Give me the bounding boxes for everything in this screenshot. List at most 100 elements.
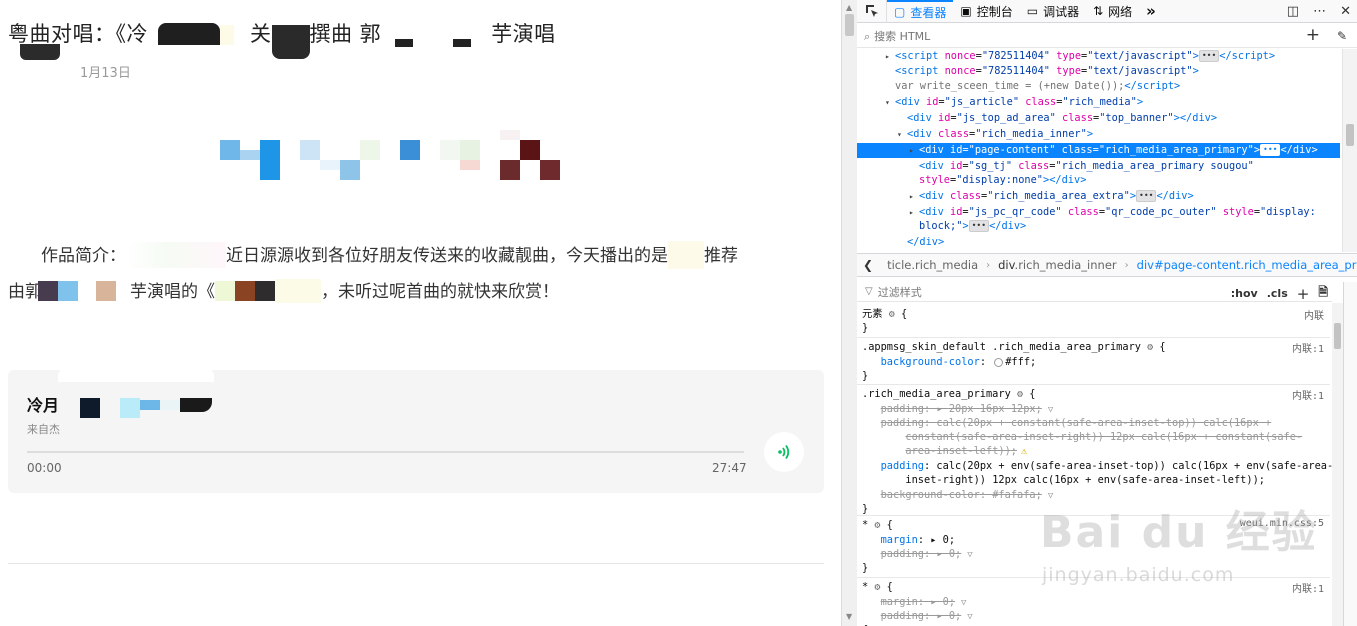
rule-line[interactable]: 元素 ⚙ { bbox=[862, 307, 907, 322]
markup-node[interactable]: ▸ <div class="rich_media_area_extra"> ••• <… bbox=[909, 189, 1194, 204]
rule-declaration[interactable]: area-inset-left)); ⚠ bbox=[862, 444, 1027, 459]
redaction-block bbox=[126, 242, 226, 268]
rule-declaration[interactable]: background-color: #fafafa; ▽ bbox=[862, 488, 1054, 503]
intro-text-2: 推荐 bbox=[704, 246, 738, 266]
css-rule: 元素 ⚙ { } 内联 bbox=[857, 303, 1330, 338]
redaction-block bbox=[96, 281, 116, 301]
audio-title: 冷月 bbox=[27, 396, 60, 415]
redaction-block bbox=[235, 281, 255, 301]
intro-label: 作品简介： bbox=[41, 246, 126, 266]
rule-declaration[interactable]: inset-right)) 12px calc(16px + env(safe-… bbox=[862, 473, 1265, 487]
markup-scrollbar[interactable] bbox=[1342, 49, 1357, 252]
audio-player[interactable]: 冷月 来自杰 00:00 27:47 bbox=[8, 368, 824, 493]
title-part-1: 粤曲对唱：《冷 bbox=[8, 22, 148, 46]
play-button[interactable] bbox=[764, 432, 804, 472]
markup-node[interactable]: ▸ <script nonce="782511404" type="text/ja… bbox=[885, 49, 1275, 64]
breadcrumb-item-active[interactable]: div#page-content.rich_media_area_primary bbox=[1129, 258, 1357, 272]
add-node-plus-icon[interactable]: + bbox=[1306, 25, 1320, 45]
markup-node[interactable]: </div> bbox=[897, 235, 944, 250]
markup-node[interactable]: ▾ <div id="js_article" class="rich_media"… bbox=[885, 95, 1143, 110]
title-part-3: 撰曲 郭 bbox=[309, 22, 382, 46]
markup-node[interactable]: ▾ <div class="rich_media_inner"> bbox=[897, 127, 1093, 142]
css-rule: .rich_media_area_primary ⚙ { padding: ▸ … bbox=[857, 385, 1332, 516]
rule-declaration[interactable]: padding: ▸ 20px 16px 12px; ▽ bbox=[862, 402, 1054, 417]
rule-selector[interactable]: * ⚙ { bbox=[862, 518, 893, 533]
close-icon[interactable]: ✕ bbox=[1340, 4, 1351, 19]
markup-node[interactable]: block;"> ••• </div> bbox=[909, 219, 1026, 234]
more-tabs-chevron-icon[interactable]: » bbox=[1139, 0, 1163, 23]
redaction-block bbox=[275, 279, 321, 303]
add-rule-plus-icon[interactable]: + bbox=[1297, 285, 1310, 303]
markup-node[interactable]: var write_sceen_time = (+new Date());</s… bbox=[885, 79, 1180, 94]
audio-time-end: 27:47 bbox=[712, 461, 747, 475]
publish-date: 1月13日 bbox=[80, 66, 131, 81]
title-part-4: 芋演唱 bbox=[491, 22, 556, 46]
rules-scrollbar[interactable] bbox=[1332, 303, 1343, 626]
rule-selector[interactable]: .rich_media_area_primary ⚙ { bbox=[862, 387, 1035, 402]
print-media-icon[interactable]: 🗎 bbox=[1318, 283, 1328, 304]
hov-toggle-button[interactable]: :hov bbox=[1231, 287, 1258, 300]
debugger-icon: ▭ bbox=[1026, 4, 1039, 18]
scrollbar-thumb[interactable] bbox=[845, 14, 854, 36]
intro-text-3: 由郭 bbox=[8, 282, 42, 302]
breadcrumb-item[interactable]: div.rich_media_inner bbox=[990, 258, 1125, 272]
devtools-toolbar: ▢ 查看器 ▣ 控制台 ▭ 调试器 ⇅ 网络 » ◫ ⋯ ✕ bbox=[857, 0, 1357, 23]
markup-node-selected[interactable]: ▸ <div id="page-content" class="rich_medi… bbox=[857, 143, 1340, 158]
rule-source-link[interactable]: 内联:1 bbox=[1292, 340, 1324, 355]
css-rule: * ⚙ { margin: ▸ 0; padding: ▸ 0; ▽ } weui… bbox=[857, 516, 1330, 578]
rule-declaration[interactable]: padding: ▸ 0; ▽ bbox=[862, 609, 973, 624]
tab-debugger[interactable]: ▭ 调试器 bbox=[1020, 0, 1086, 23]
rule-source-link[interactable]: weui.min.css:5 bbox=[1240, 518, 1324, 529]
rule-declaration[interactable]: padding: calc(20px + env(safe-area-inset… bbox=[862, 459, 1332, 473]
redaction-block bbox=[453, 39, 472, 47]
audio-source: 来自杰 bbox=[27, 423, 60, 436]
audio-progress-bar[interactable] bbox=[27, 451, 744, 453]
cls-toggle-button[interactable]: .cls bbox=[1267, 287, 1288, 300]
overflow-menu-icon[interactable]: ⋯ bbox=[1313, 4, 1326, 19]
rule-declaration[interactable]: margin: ▸ 0; bbox=[862, 533, 955, 547]
rule-declaration[interactable]: padding: ▸ 0; ▽ bbox=[862, 547, 973, 562]
title-part-2: 关 bbox=[250, 22, 272, 46]
rule-declaration[interactable]: padding: calc(20px + constant(safe-area-… bbox=[862, 416, 1272, 430]
scrollbar-thumb[interactable] bbox=[1334, 323, 1341, 349]
filter-funnel-icon: ▽ bbox=[865, 286, 873, 297]
markup-node[interactable]: <script nonce="782511404" type="text/jav… bbox=[885, 64, 1199, 79]
markup-node[interactable]: <div id="sg_tj" class="rich_media_area_p… bbox=[909, 159, 1254, 174]
markup-node[interactable]: <div id="js_top_ad_area" class="top_bann… bbox=[897, 111, 1217, 126]
rule-selector[interactable]: * ⚙ { bbox=[862, 580, 893, 595]
play-waves-icon bbox=[778, 444, 790, 460]
rule-declaration[interactable]: constant(safe-area-inset-right)) 12px ca… bbox=[862, 430, 1302, 444]
scroll-up-arrow-icon[interactable]: ▲ bbox=[846, 3, 852, 12]
intro-text-5: ，未听过呢首曲的就快来欣赏！ bbox=[321, 282, 559, 302]
rule-declaration[interactable]: margin: ▸ 0; ▽ bbox=[862, 595, 967, 610]
css-rule: .appmsg_skin_default .rich_media_area_pr… bbox=[857, 338, 1330, 385]
markup-tree: ▸ <script nonce="782511404" type="text/ja… bbox=[857, 49, 1342, 252]
css-rule: * ⚙ { margin: ▸ 0;▽ padding: ▸ 0;▽ { 内联:… bbox=[857, 578, 1330, 626]
element-picker-button[interactable] bbox=[857, 0, 887, 23]
scrollbar-thumb[interactable] bbox=[1346, 124, 1354, 146]
redaction-block bbox=[271, 25, 310, 59]
markup-node[interactable]: ▸ <div id="js_pc_qr_code" class="qr_code_… bbox=[909, 205, 1316, 220]
tab-network[interactable]: ⇅ 网络 bbox=[1086, 0, 1139, 23]
tab-inspector[interactable]: ▢ 查看器 bbox=[887, 0, 954, 23]
redaction-block bbox=[80, 398, 100, 418]
rule-declaration[interactable]: background-color: #fff; bbox=[862, 355, 1037, 369]
filter-styles-input[interactable]: 过滤样式 bbox=[878, 284, 922, 300]
search-icon: ⌕ bbox=[864, 29, 871, 43]
scroll-down-arrow-icon[interactable]: ▼ bbox=[846, 612, 852, 621]
rule-source-link[interactable]: 内联:1 bbox=[1292, 580, 1324, 595]
breadcrumb-item[interactable]: ticle.rich_media bbox=[879, 258, 986, 272]
tab-console[interactable]: ▣ 控制台 bbox=[953, 0, 1019, 23]
eyedropper-icon[interactable]: ✎ bbox=[1337, 29, 1347, 43]
article-scrollbar[interactable]: ▲ ▼ bbox=[841, 0, 857, 626]
redaction-block bbox=[158, 23, 220, 45]
intro-text-1: 近日源源收到各位好朋友传送来的收藏靓曲，今天播出的是 bbox=[226, 246, 668, 266]
dock-side-icon[interactable]: ◫ bbox=[1287, 4, 1299, 19]
html-search-input[interactable] bbox=[874, 30, 1275, 43]
article-pane: 粤曲对唱：《冷 关 撰曲 郭 芋演唱 1月13日 作品简介： 近日源源收到各位好朋友传送… bbox=[0, 0, 841, 626]
rule-source-link[interactable]: 内联 bbox=[1304, 307, 1324, 322]
rule-source-link[interactable]: 内联:1 bbox=[1292, 387, 1324, 402]
breadcrumb-left-arrow-icon[interactable]: ❮ bbox=[857, 258, 879, 272]
markup-node[interactable]: style="display:none"></div> bbox=[909, 173, 1086, 188]
rule-selector[interactable]: .appmsg_skin_default .rich_media_area_pr… bbox=[862, 340, 1166, 355]
